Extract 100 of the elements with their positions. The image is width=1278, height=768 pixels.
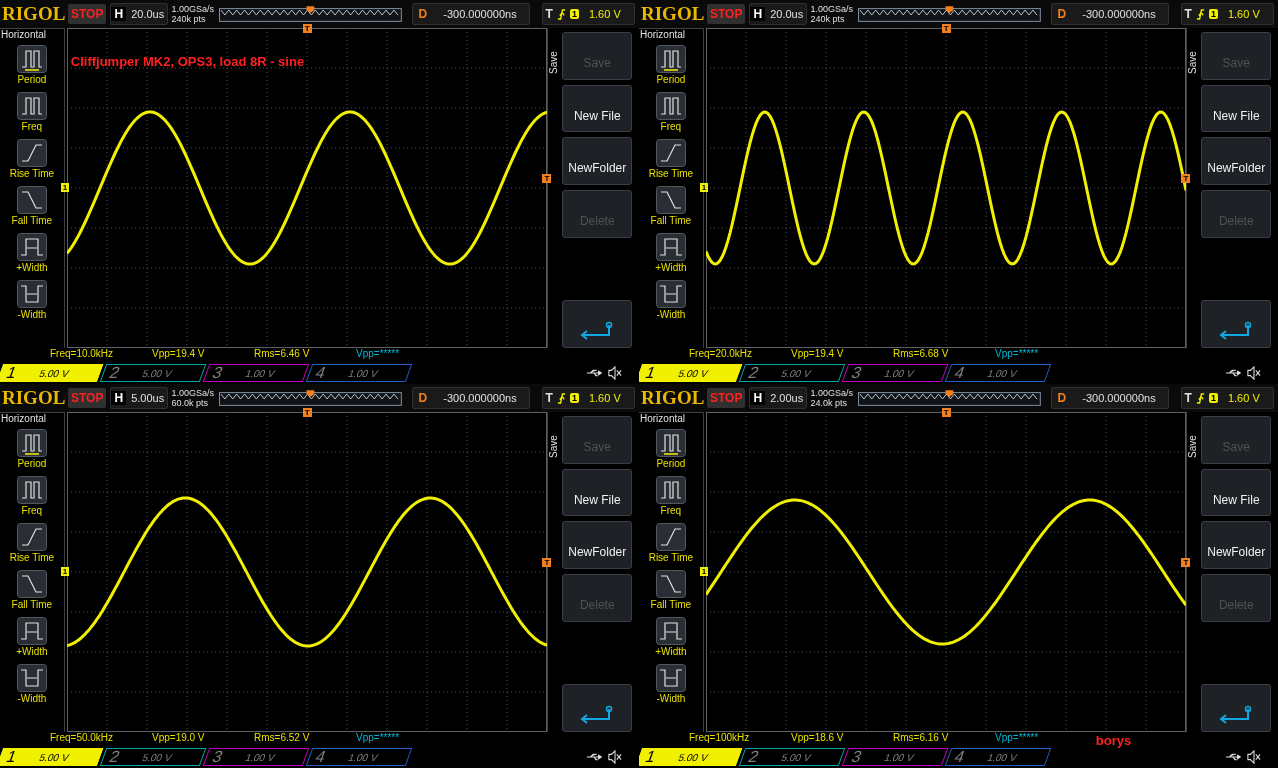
trigger-level: 1.60 V — [1227, 8, 1260, 20]
trigger-level-marker[interactable]: T — [542, 174, 552, 183]
channel-button[interactable]: 4 1.00 V — [944, 748, 1052, 766]
measure-label: Period — [17, 73, 47, 87]
channel-button[interactable]: 3 1.00 V — [841, 748, 949, 766]
measure-label: Freq — [660, 504, 682, 518]
trigger-label: T — [1184, 391, 1192, 405]
measurement-value: Vpp=***** — [995, 348, 1040, 361]
channel-button[interactable]: 3 1.00 V — [202, 364, 310, 382]
trigger-level-marker[interactable]: T — [1181, 174, 1191, 183]
measure-button[interactable] — [16, 617, 47, 645]
return-button[interactable] — [562, 684, 633, 732]
channel-button[interactable]: 2 5.00 V — [99, 364, 207, 382]
delay-box[interactable]: D -300.000000ns — [411, 3, 530, 25]
measure-button[interactable] — [655, 617, 686, 645]
channel-button[interactable]: 2 5.00 V — [738, 364, 846, 382]
menu-button[interactable]: NewFolder — [562, 521, 633, 570]
delay-box[interactable]: D -300.000000ns — [1050, 387, 1169, 409]
channel-offset-marker[interactable]: 1 — [699, 567, 709, 576]
menu-button[interactable]: New File — [1201, 468, 1272, 517]
channel-offset-marker[interactable]: 1 — [60, 183, 70, 192]
measure-label: Freq — [660, 120, 682, 134]
trigger-box[interactable]: T 1 1.60 V — [541, 3, 635, 25]
channel-button[interactable]: 1 5.00 V — [639, 364, 743, 382]
measure-label: -Width — [17, 308, 47, 322]
trigger-box[interactable]: T 1 1.60 V — [1180, 3, 1274, 25]
horizontal-label: H — [750, 7, 766, 21]
measure-button[interactable] — [655, 233, 686, 261]
speaker-muted-icon — [607, 366, 623, 380]
measure-button[interactable] — [16, 570, 47, 598]
menu-button[interactable]: NewFolder — [562, 137, 633, 186]
measure-button[interactable] — [16, 139, 47, 167]
rising-edge-icon — [1195, 391, 1205, 405]
menu-button[interactable]: NewFolder — [1201, 521, 1272, 570]
channel-button[interactable]: 1 5.00 V — [0, 364, 104, 382]
measure-label: Rise Time — [9, 167, 55, 181]
trigger-position-marker[interactable]: T — [941, 24, 951, 33]
timebase-box[interactable]: H 5.00us — [110, 387, 168, 409]
menu-button[interactable]: New File — [562, 468, 633, 517]
timebase-box[interactable]: H 2.00us — [749, 387, 807, 409]
return-button[interactable] — [1201, 684, 1272, 732]
measure-button[interactable] — [16, 45, 47, 73]
channel-button[interactable]: 4 1.00 V — [305, 748, 413, 766]
menu-button[interactable]: NewFolder — [1201, 137, 1272, 186]
return-button[interactable] — [1201, 300, 1272, 348]
channel-button[interactable]: 4 1.00 V — [944, 364, 1052, 382]
horizontal-label: H — [111, 7, 127, 21]
delay-box[interactable]: D -300.000000ns — [1050, 3, 1169, 25]
measure-button[interactable] — [655, 186, 686, 214]
channel-button[interactable]: 4 1.00 V — [305, 364, 413, 382]
menu-button[interactable]: New File — [1201, 84, 1272, 133]
measure-button[interactable] — [655, 139, 686, 167]
timebase-box[interactable]: H 20.0us — [110, 3, 168, 25]
channel-button[interactable]: 1 5.00 V — [0, 748, 104, 766]
channel-offset-marker[interactable]: 1 — [699, 183, 709, 192]
channel-button[interactable]: 3 1.00 V — [202, 748, 310, 766]
trigger-level-marker[interactable]: T — [1181, 558, 1191, 567]
measure-button[interactable] — [655, 523, 686, 551]
memory-depth: 240k pts — [810, 14, 846, 24]
measure-button[interactable] — [655, 92, 686, 120]
measure-button[interactable] — [16, 429, 47, 457]
measure-button[interactable] — [16, 280, 47, 308]
menu-title: Save — [1187, 50, 1200, 74]
measure-button[interactable] — [16, 92, 47, 120]
measure-button[interactable] — [655, 45, 686, 73]
measure-button[interactable] — [655, 429, 686, 457]
measure-button[interactable] — [16, 186, 47, 214]
measure-button[interactable] — [16, 664, 47, 692]
speaker-muted-icon — [607, 750, 623, 764]
menu-title: Save — [548, 50, 561, 74]
trigger-box[interactable]: T 1 1.60 V — [1180, 387, 1274, 409]
trigger-level: 1.60 V — [588, 8, 621, 20]
delay-value: -300.000000ns — [1081, 392, 1156, 404]
annotation-text: Cliffjumper MK2, OPS3, load 8R - sine — [70, 54, 305, 69]
measurement-value: Freq=20.0kHz — [689, 348, 754, 361]
channel-button[interactable]: 2 5.00 V — [738, 748, 846, 766]
channel-offset-marker[interactable]: 1 — [60, 567, 70, 576]
channel-button[interactable]: 3 1.00 V — [841, 364, 949, 382]
trigger-position-marker[interactable]: T — [941, 408, 951, 417]
delay-box[interactable]: D -300.000000ns — [411, 387, 530, 409]
sidebar-title: Horizontal — [0, 413, 47, 424]
return-button[interactable] — [562, 300, 633, 348]
trigger-position-marker[interactable]: T — [302, 408, 312, 417]
menu-button[interactable]: New File — [562, 84, 633, 133]
channel-button[interactable]: 2 5.00 V — [99, 748, 207, 766]
channel-button[interactable]: 1 5.00 V — [639, 748, 743, 766]
measure-button[interactable] — [16, 233, 47, 261]
measure-button[interactable] — [655, 664, 686, 692]
usb-icon — [586, 368, 604, 378]
trigger-box[interactable]: T 1 1.60 V — [541, 387, 635, 409]
trigger-level-marker[interactable]: T — [542, 558, 552, 567]
timebase-box[interactable]: H 20.0us — [749, 3, 807, 25]
sample-rate: 1.00GSa/s — [810, 388, 854, 398]
measure-button[interactable] — [16, 476, 47, 504]
measure-button[interactable] — [655, 570, 686, 598]
trigger-position-marker[interactable]: T — [302, 24, 312, 33]
measure-button[interactable] — [655, 280, 686, 308]
measure-button[interactable] — [16, 523, 47, 551]
speaker-muted-icon — [1246, 750, 1262, 764]
measure-button[interactable] — [655, 476, 686, 504]
